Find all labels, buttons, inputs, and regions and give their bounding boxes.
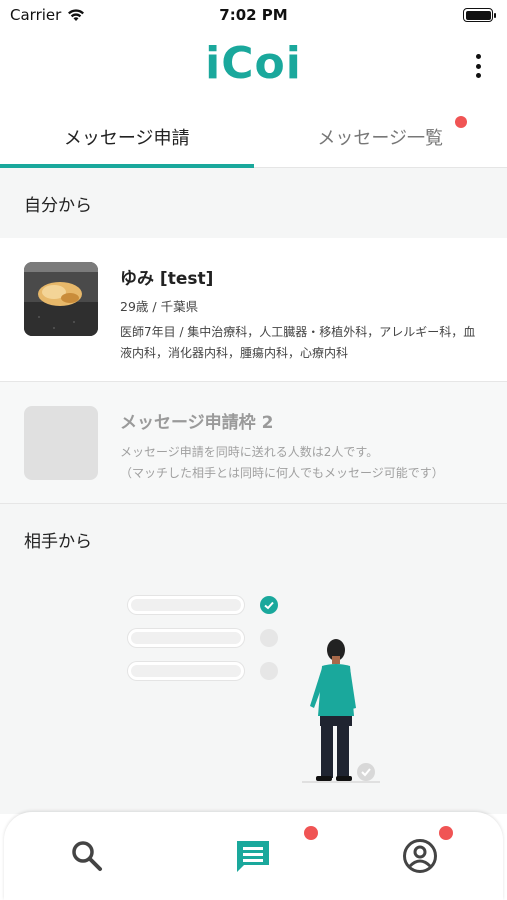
tab-message-list[interactable]: メッセージ一覧	[254, 106, 507, 167]
circle-icon	[260, 662, 278, 680]
slot-description: メッセージ申請を同時に送れる人数は2人です。 （マッチした相手とは同時に何人でも…	[120, 442, 485, 484]
check-icon	[260, 596, 278, 614]
request-slot-card: メッセージ申請枠 2 メッセージ申請を同時に送れる人数は2人です。 （マッチした…	[0, 382, 507, 504]
empty-state-illustration	[0, 574, 507, 814]
food-photo-icon	[24, 262, 98, 336]
more-options-icon[interactable]	[473, 54, 483, 78]
nav-messages[interactable]	[170, 812, 336, 900]
circle-icon	[260, 629, 278, 647]
slot-desc-line2: （マッチした相手とは同時に何人でもメッセージ可能です）	[120, 466, 444, 480]
profile-icon	[402, 839, 437, 873]
list-line	[128, 629, 244, 647]
card-age-location: 29歳 / 千葉県	[120, 299, 199, 314]
card-specialties: 医師7年目 / 集中治療科，人工臓器・移植外科，アレルギー科，血液内科，消化器内…	[120, 325, 476, 360]
status-time: 7:02 PM	[219, 6, 288, 24]
tab-label: メッセージ申請	[63, 127, 190, 149]
search-icon	[72, 841, 103, 871]
app-header: iCoi	[0, 30, 507, 106]
battery-icon	[463, 8, 496, 22]
notification-badge	[438, 826, 453, 840]
section-from-partner: 相手から	[0, 504, 507, 574]
list-line	[128, 596, 244, 614]
avatar-placeholder	[24, 406, 98, 480]
status-bar: Carrier 7:02 PM	[0, 0, 507, 30]
notification-badge	[455, 116, 467, 128]
request-card[interactable]: ゆみ [test] 29歳 / 千葉県 医師7年目 / 集中治療科，人工臓器・移…	[0, 238, 507, 382]
nav-profile[interactable]	[337, 812, 503, 900]
avatar	[24, 262, 98, 336]
slot-title: メッセージ申請枠 2	[120, 413, 274, 433]
tab-label: メッセージ一覧	[317, 127, 444, 149]
section-from-me: 自分から	[0, 168, 507, 238]
bottom-nav	[4, 812, 503, 900]
notification-badge	[304, 826, 319, 840]
slot-desc-line1: メッセージ申請を同時に送れる人数は2人です。	[120, 445, 379, 459]
message-icon	[237, 841, 270, 872]
nav-search[interactable]	[4, 812, 170, 900]
tab-message-request[interactable]: メッセージ申請	[0, 106, 254, 168]
card-name: ゆみ [test]	[120, 269, 214, 289]
person-illustration	[302, 639, 380, 783]
tab-bar: メッセージ申請 メッセージ一覧	[0, 106, 507, 168]
list-line	[128, 662, 244, 680]
app-logo: iCoi	[205, 38, 302, 89]
